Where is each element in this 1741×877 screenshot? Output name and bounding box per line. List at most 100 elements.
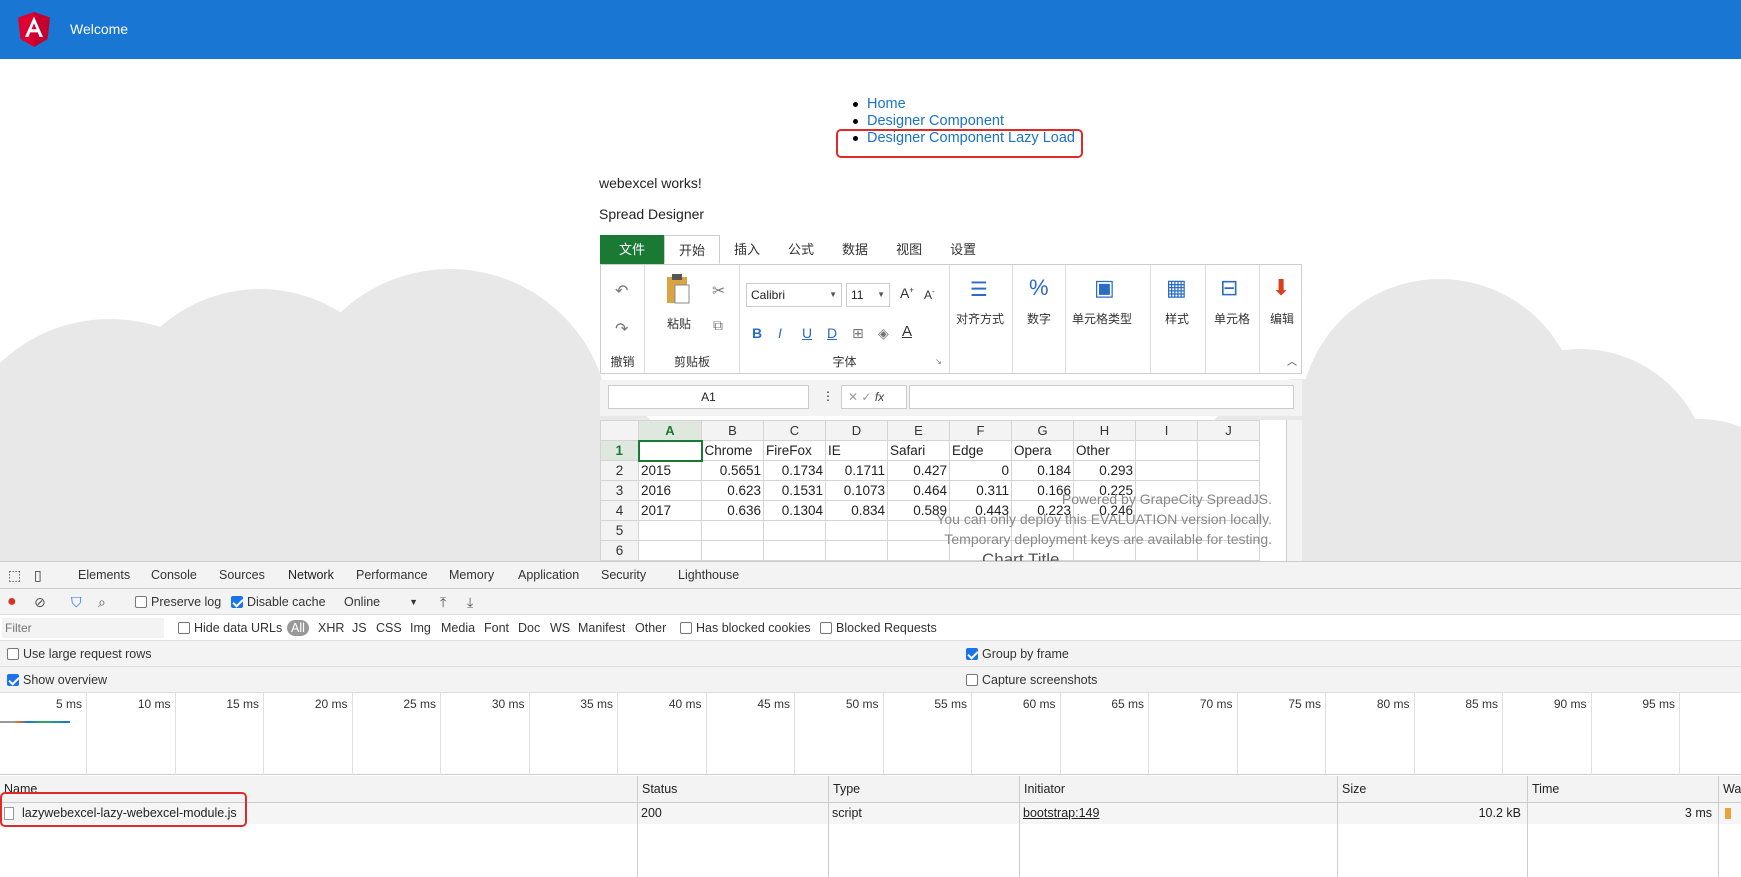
cell[interactable] [825, 540, 888, 561]
column-size[interactable]: Size [1337, 776, 1366, 803]
cells-label[interactable]: 单元格 [1214, 310, 1250, 327]
filter-icon[interactable]: ⛉ [71, 589, 82, 615]
cell[interactable]: IE [825, 440, 888, 461]
column-header[interactable]: I [1135, 420, 1198, 441]
paste-label[interactable]: 粘贴 [667, 315, 691, 332]
cell[interactable]: 0.1711 [825, 460, 888, 481]
tab-memory[interactable]: Memory [449, 562, 494, 589]
cell[interactable]: 0.623 [701, 480, 764, 501]
vertical-scrollbar[interactable] [1286, 420, 1302, 561]
clear-icon[interactable]: ⊘ [34, 589, 46, 615]
cell[interactable] [763, 520, 826, 541]
column-header[interactable]: J [1197, 420, 1260, 441]
fx-box[interactable]: ✕ ✓ fx [841, 385, 907, 409]
cell[interactable]: 2016 [638, 480, 702, 501]
tab-performance[interactable]: Performance [356, 562, 428, 589]
row-header[interactable]: 4 [600, 500, 639, 521]
cell[interactable]: Edge [949, 440, 1012, 461]
copy-icon[interactable]: ⧉ [713, 317, 723, 334]
preserve-log-checkbox[interactable]: Preserve log [135, 589, 221, 615]
cell[interactable]: Safari [887, 440, 950, 461]
font-size-select[interactable]: 11 ▼ [846, 283, 890, 307]
type-filter-doc[interactable]: Doc [518, 615, 540, 641]
column-time[interactable]: Time [1527, 776, 1559, 803]
blocked-requests-checkbox[interactable]: Blocked Requests [820, 615, 937, 641]
tab-home[interactable]: 开始 [664, 235, 721, 264]
cell[interactable]: Opera [1011, 440, 1074, 461]
cell-type-icon[interactable]: ▣ [1094, 275, 1115, 301]
tab-network[interactable]: Network [282, 562, 340, 591]
column-header[interactable]: D [825, 420, 888, 441]
type-filter-ws[interactable]: WS [550, 615, 570, 641]
network-overview[interactable]: 5 ms 10 ms 15 ms 20 ms 25 ms 30 ms 35 ms 40 ms 4… [0, 693, 1741, 775]
has-blocked-cookies-checkbox[interactable]: Has blocked cookies [680, 615, 811, 641]
edit-label[interactable]: 编辑 [1270, 310, 1294, 327]
type-filter-img[interactable]: Img [410, 615, 431, 641]
tab-security[interactable]: Security [601, 562, 646, 589]
cell[interactable] [763, 540, 826, 561]
cell[interactable]: 2017 [638, 500, 702, 521]
cell[interactable]: 0.1531 [763, 480, 826, 501]
cell[interactable] [638, 520, 702, 541]
cell[interactable]: 0.5651 [701, 460, 764, 481]
tab-view[interactable]: 视图 [882, 235, 936, 264]
corner-cell[interactable] [600, 420, 639, 441]
type-filter-manifest[interactable]: Manifest [578, 615, 625, 641]
tab-application[interactable]: Application [518, 562, 579, 589]
align-label[interactable]: 对齐方式 [956, 310, 1004, 327]
show-overview-checkbox[interactable]: Show overview [7, 667, 107, 693]
import-har-icon[interactable]: ⤒ [440, 589, 446, 615]
border-icon[interactable]: ⊞ [852, 325, 864, 342]
cell[interactable] [1135, 460, 1198, 481]
bold-icon[interactable]: B [752, 325, 762, 341]
column-status[interactable]: Status [637, 776, 677, 803]
column-waterfall[interactable]: Wat [1718, 776, 1741, 803]
disable-cache-checkbox[interactable]: Disable cache [231, 589, 326, 615]
column-header[interactable]: H [1073, 420, 1136, 441]
row-header[interactable]: 1 [600, 440, 639, 461]
group-by-frame-checkbox[interactable]: Group by frame [966, 641, 1069, 667]
cell[interactable] [825, 520, 888, 541]
column-header[interactable]: C [763, 420, 826, 441]
table-row[interactable]: lazywebexcel-lazy-webexcel-module.js 200… [0, 803, 1741, 824]
paste-icon[interactable] [665, 273, 691, 305]
more-icon[interactable]: ⋮ [822, 389, 834, 403]
cell[interactable]: Other [1073, 440, 1136, 461]
cancel-icon[interactable]: ✕ [848, 390, 858, 404]
cells-icon[interactable]: ⊟ [1220, 275, 1238, 301]
type-filter-all[interactable]: All [287, 620, 309, 636]
type-filter-js[interactable]: JS [352, 615, 367, 641]
cell[interactable] [638, 540, 702, 561]
row-header[interactable]: 5 [600, 520, 639, 541]
column-header[interactable]: G [1011, 420, 1074, 441]
type-filter-font[interactable]: Font [484, 615, 509, 641]
column-header[interactable]: A [638, 420, 702, 441]
request-initiator[interactable]: bootstrap:149 [1019, 803, 1099, 824]
row-header[interactable]: 6 [600, 540, 639, 561]
capture-screenshots-checkbox[interactable]: Capture screenshots [966, 667, 1097, 693]
cell[interactable]: 0.311 [949, 480, 1012, 501]
tab-sources[interactable]: Sources [219, 562, 265, 589]
cell[interactable] [637, 439, 703, 462]
collapse-ribbon-icon[interactable]: ︿ [1287, 353, 1297, 368]
style-icon[interactable]: ▦ [1166, 275, 1187, 301]
font-name-select[interactable]: Calibri ▼ [746, 283, 842, 307]
cell[interactable] [1197, 440, 1260, 461]
edit-icon[interactable]: ⬇ [1272, 275, 1290, 301]
cell[interactable] [701, 520, 764, 541]
formula-input[interactable] [909, 385, 1294, 409]
chart-title[interactable]: Chart Title [982, 550, 1059, 561]
cell-type-label[interactable]: 单元格类型 [1072, 310, 1132, 327]
tab-file[interactable]: 文件 [600, 235, 664, 264]
cell[interactable]: Chrome [701, 440, 764, 461]
tab-insert[interactable]: 插入 [720, 235, 774, 264]
style-label[interactable]: 样式 [1165, 310, 1189, 327]
column-initiator[interactable]: Initiator [1019, 776, 1065, 803]
decrease-font-icon[interactable]: A- [924, 287, 935, 302]
percent-icon[interactable]: % [1029, 275, 1049, 301]
tab-settings[interactable]: 设置 [936, 235, 990, 264]
throttle-select[interactable]: Online ▼ [344, 589, 420, 615]
column-header[interactable]: F [949, 420, 1012, 441]
align-icon[interactable]: ☰ [970, 277, 988, 302]
tab-elements[interactable]: Elements [78, 562, 130, 589]
